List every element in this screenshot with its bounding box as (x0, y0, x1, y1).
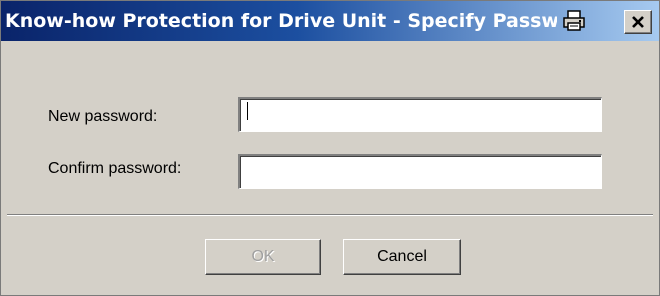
close-icon (632, 16, 644, 28)
print-button[interactable] (561, 9, 587, 33)
confirm-password-field[interactable] (238, 154, 602, 189)
window-title: Know-how Protection for Drive Unit - Spe… (5, 10, 557, 32)
specify-password-dialog: Know-how Protection for Drive Unit - Spe… (0, 0, 660, 296)
new-password-field[interactable] (238, 97, 602, 132)
title-bar[interactable]: Know-how Protection for Drive Unit - Spe… (1, 1, 659, 41)
dialog-separator (7, 214, 653, 216)
cancel-button[interactable]: Cancel (343, 239, 461, 275)
printer-icon (563, 10, 585, 31)
confirm-password-label: Confirm password: (48, 160, 182, 177)
ok-button[interactable]: OK (205, 239, 321, 275)
close-button[interactable] (624, 10, 652, 34)
text-caret (247, 102, 248, 120)
new-password-label: New password: (48, 108, 158, 125)
